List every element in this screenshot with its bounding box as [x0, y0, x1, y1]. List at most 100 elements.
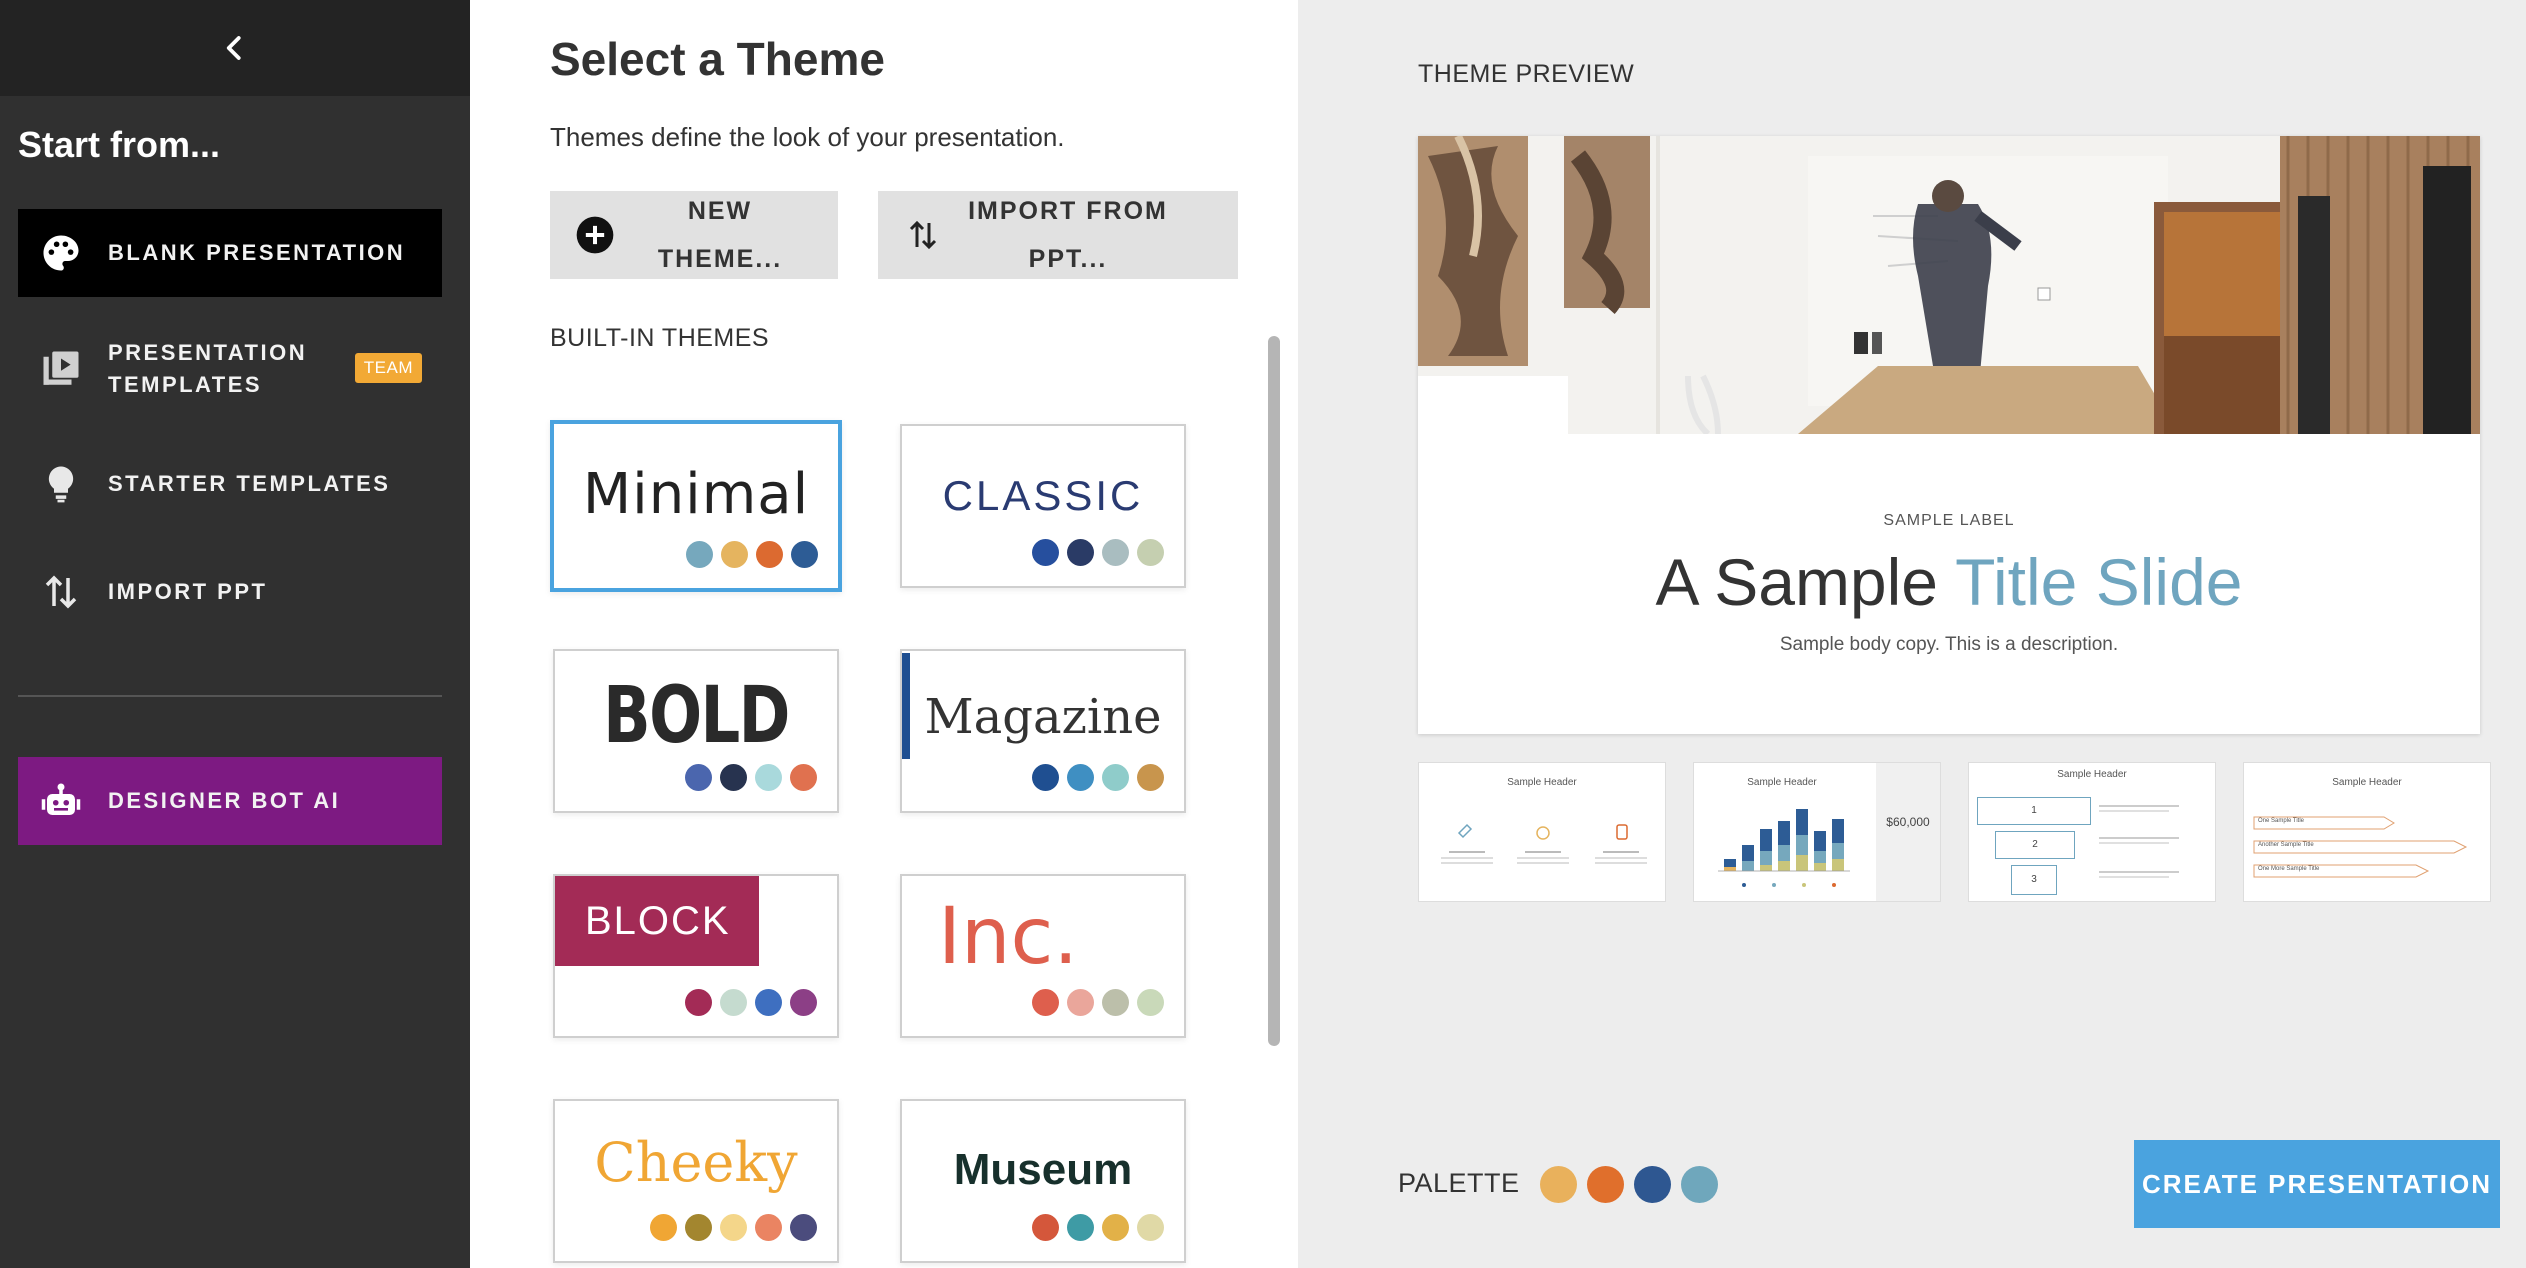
sample-title-plain: A Sample — [1655, 545, 1956, 619]
color-swatch — [1102, 989, 1129, 1016]
color-swatch — [1067, 989, 1094, 1016]
theme-name: Inc. — [938, 892, 1079, 982]
import-arrows-icon — [909, 220, 937, 250]
play-slides-icon — [43, 351, 79, 385]
theme-swatches — [686, 541, 818, 568]
color-swatch — [1032, 764, 1059, 791]
palette-swatch — [1634, 1166, 1671, 1203]
color-swatch — [1137, 989, 1164, 1016]
layout-thumbnail[interactable]: Sample Header One Sample Title Another S… — [2243, 762, 2491, 902]
layout-thumbnail[interactable]: Sample Header 1 2 3 — [1968, 762, 2216, 902]
theme-card-magazine[interactable]: Magazine — [900, 649, 1186, 813]
sidebar-item-label: BLANK PRESENTATION — [108, 240, 406, 265]
sidebar-item-import-ppt[interactable]: IMPORT PPT — [18, 548, 442, 636]
theme-name: Museum — [953, 1145, 1133, 1194]
color-swatch — [720, 764, 747, 791]
lightbulb-icon — [48, 466, 74, 503]
theme-swatches — [685, 764, 817, 791]
sidebar-item-label: PRESENTATION TEMPLATES — [108, 340, 308, 397]
list-item: Another Sample Title — [2258, 842, 2314, 848]
stat-value: $60,000 — [1886, 815, 1930, 829]
color-swatch — [685, 1214, 712, 1241]
color-swatch — [720, 989, 747, 1016]
sidebar-item-starter-templates[interactable]: STARTER TEMPLATES — [18, 440, 442, 528]
block-banner: BLOCK — [555, 876, 759, 966]
theme-swatches — [1032, 764, 1164, 791]
robot-icon — [41, 783, 81, 815]
create-presentation-button[interactable]: CREATE PRESENTATION — [2134, 1140, 2500, 1228]
theme-swatches — [650, 1214, 817, 1241]
import-from-ppt-button[interactable]: IMPORT FROM PPT... — [878, 191, 1238, 279]
new-theme-button[interactable]: NEW THEME... — [550, 191, 838, 279]
sample-body: Sample body copy. This is a description. — [1779, 634, 2119, 655]
color-swatch — [755, 989, 782, 1016]
theme-card-museum[interactable]: Museum — [900, 1099, 1186, 1263]
import-from-ppt-label: IMPORT FROM PPT... — [968, 197, 1168, 273]
palette-label: PALETTE — [1398, 1168, 1520, 1198]
color-swatch — [755, 764, 782, 791]
theme-name: Magazine — [924, 689, 1162, 745]
sample-label: SAMPLE LABEL — [1883, 512, 2015, 529]
list-item: One More Sample Title — [2258, 866, 2320, 872]
color-swatch — [686, 541, 713, 568]
color-swatch — [1032, 539, 1059, 566]
color-swatch — [1067, 539, 1094, 566]
layout-thumbnail[interactable]: Sample Header — [1418, 762, 1666, 902]
color-swatch — [790, 989, 817, 1016]
theme-card-minimal[interactable]: Minimal — [550, 420, 842, 592]
palette-swatch — [1540, 1166, 1577, 1203]
color-swatch — [1137, 1214, 1164, 1241]
back-button[interactable] — [0, 0, 470, 96]
sample-title-accent: Title Slide — [1955, 545, 2243, 619]
sidebar-heading: Start from... — [18, 124, 221, 165]
theme-name: Cheeky — [594, 1131, 798, 1194]
sidebar-item-label: STARTER TEMPLATES — [108, 471, 391, 496]
theme-card-block[interactable]: BLOCK — [553, 874, 839, 1038]
plus-circle-icon — [576, 216, 614, 254]
sidebar-item-designer-bot[interactable]: DESIGNER BOT AI — [18, 757, 442, 845]
chevron-left-icon — [226, 36, 241, 60]
color-swatch — [1102, 764, 1129, 791]
theme-card-inc[interactable]: Inc. — [900, 874, 1186, 1038]
theme-selector-panel: Select a Theme Themes define the look of… — [470, 0, 1298, 1268]
color-swatch — [1067, 764, 1094, 791]
theme-name: CLASSIC — [942, 472, 1144, 519]
sidebar-item-presentation-templates[interactable]: PRESENTATION TEMPLATES TEAM — [18, 323, 442, 415]
team-badge: TEAM — [354, 353, 422, 383]
preview-slide: SAMPLE LABEL A Sample Title Slide Sample… — [1418, 136, 2480, 734]
color-swatch — [1137, 764, 1164, 791]
sidebar-item-blank-presentation[interactable]: BLANK PRESENTATION — [18, 209, 442, 297]
sidebar-divider — [18, 695, 442, 697]
color-swatch — [791, 541, 818, 568]
theme-swatches — [685, 989, 817, 1016]
sidebar-item-label: DESIGNER BOT AI — [108, 788, 341, 813]
palette-icon — [43, 235, 79, 271]
color-swatch — [790, 1214, 817, 1241]
theme-card-cheeky[interactable]: Cheeky — [553, 1099, 839, 1263]
page-title: Select a Theme — [550, 33, 885, 85]
color-swatch — [721, 541, 748, 568]
theme-card-classic[interactable]: CLASSIC — [900, 424, 1186, 588]
theme-preview-heading: THEME PREVIEW — [1418, 60, 1635, 88]
new-theme-label: NEW THEME... — [657, 197, 783, 273]
color-swatch — [685, 764, 712, 791]
theme-swatches — [1032, 989, 1164, 1016]
sample-title: A Sample Title Slide — [1418, 544, 2480, 620]
page-subtitle: Themes define the look of your presentat… — [550, 122, 1065, 152]
office-photo — [1418, 136, 2480, 434]
layout-thumbnail[interactable]: Sample Header $60,000 — [1693, 762, 1941, 902]
theme-swatches — [1032, 1214, 1164, 1241]
color-swatch — [1032, 989, 1059, 1016]
theme-name: Minimal — [582, 462, 810, 527]
theme-swatches — [1032, 539, 1164, 566]
theme-card-bold[interactable]: BOLD — [553, 649, 839, 813]
sidebar-item-label: IMPORT PPT — [108, 579, 268, 604]
color-swatch — [685, 989, 712, 1016]
palette-swatch — [1587, 1166, 1624, 1203]
theme-name: BOLD — [603, 671, 790, 761]
color-swatch — [755, 1214, 782, 1241]
color-swatch — [1102, 539, 1129, 566]
palette-swatch — [1681, 1166, 1718, 1203]
scrollbar-thumb[interactable] — [1268, 336, 1280, 1046]
theme-name: BLOCK — [585, 898, 731, 943]
